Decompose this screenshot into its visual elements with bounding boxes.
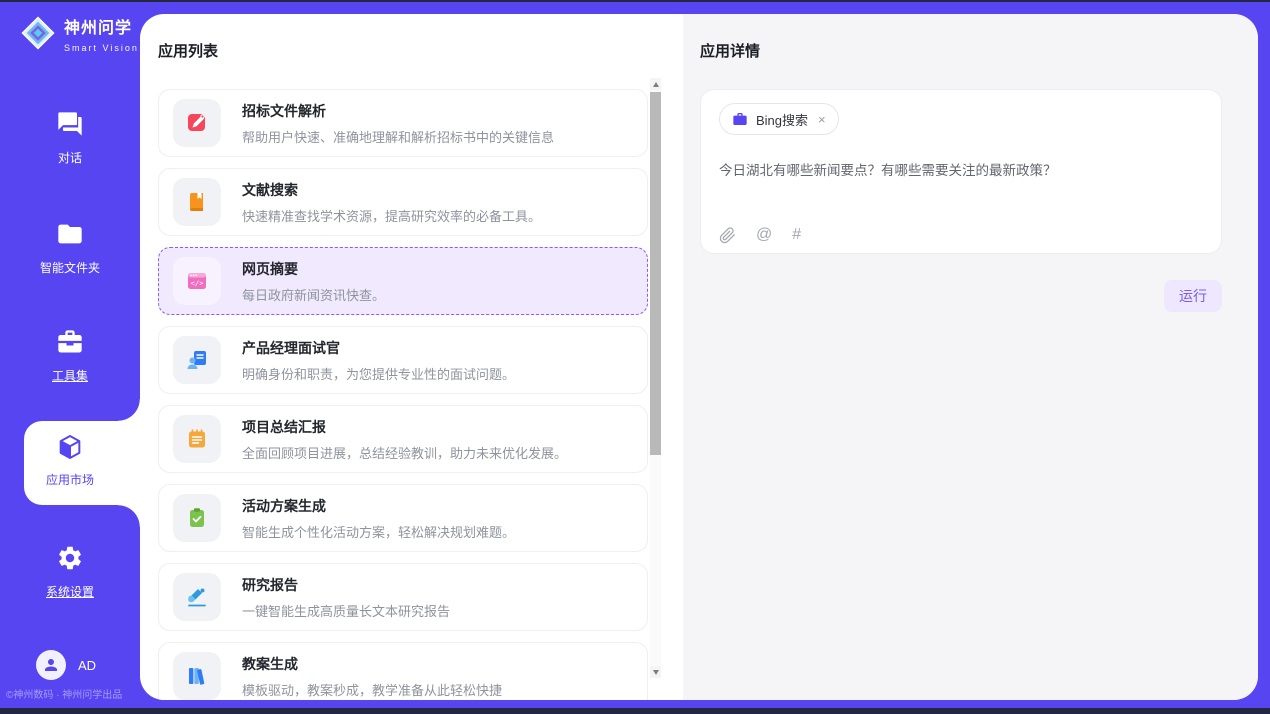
svg-text:</>: </> [191, 280, 204, 288]
app-description: 一键智能生成高质量长文本研究报告 [242, 601, 450, 620]
prompt-input[interactable]: 今日湖北有哪些新闻要点？有哪些需要关注的最新政策？ [719, 159, 1203, 179]
app-list-scrollbar[interactable] [650, 78, 661, 678]
prompt-card: Bing搜索 × 今日湖北有哪些新闻要点？有哪些需要关注的最新政策？ @ # [700, 89, 1222, 254]
sidebar-active-bump: 应用市场 [24, 421, 140, 505]
sidebar: 神州问学 Smart Vision 对话 智能文件夹 [0, 2, 140, 708]
chat-icon [56, 110, 84, 138]
close-icon[interactable]: × [816, 112, 826, 127]
app-name: 活动方案生成 [242, 496, 515, 516]
briefcase-icon [732, 111, 748, 127]
sidebar-item-label: 对话 [0, 149, 140, 166]
app-list-item[interactable]: </> 网页摘要 每日政府新闻资讯快查。 [158, 247, 648, 315]
sidebar-item-toolset[interactable]: 工具集 [0, 328, 140, 384]
scrollbar-thumb[interactable] [650, 92, 661, 455]
sidebar-item-smart-folder[interactable]: 智能文件夹 [0, 220, 140, 276]
scrollbar-up-icon[interactable] [650, 78, 661, 90]
app-list-item[interactable]: 招标文件解析 帮助用户快速、准确地理解和解析招标书中的关键信息 [158, 89, 648, 157]
paperclip-icon[interactable] [719, 227, 736, 244]
sidebar-item-label: 智能文件夹 [0, 259, 140, 276]
app-detail-title: 应用详情 [700, 40, 1222, 61]
cube-icon [56, 448, 84, 465]
toolbox-icon [56, 328, 84, 356]
app-name: 教案生成 [242, 654, 502, 674]
gear-icon [56, 544, 84, 572]
notes-icon [173, 415, 221, 463]
sidebar-item-chat[interactable]: 对话 [0, 110, 140, 166]
app-description: 智能生成个性化活动方案，轻松解决规划难题。 [242, 522, 515, 541]
app-description: 帮助用户快速、准确地理解和解析招标书中的关键信息 [242, 127, 554, 146]
tool-chip-bing-search[interactable]: Bing搜索 × [719, 103, 839, 135]
run-button[interactable]: 运行 [1164, 280, 1222, 312]
app-name: 项目总结汇报 [242, 417, 567, 437]
sidebar-item-label: 工具集 [0, 367, 140, 384]
app-list-item[interactable]: 研究报告 一键智能生成高质量长文本研究报告 [158, 563, 648, 631]
research-icon [173, 573, 221, 621]
webpage-icon: </> [173, 257, 221, 305]
app-list-title: 应用列表 [158, 40, 683, 61]
sidebar-item-label: 系统设置 [0, 583, 140, 600]
book-icon [173, 178, 221, 226]
app-description: 明确身份和职责，为您提供专业性的面试问题。 [242, 364, 515, 383]
diamond-logo-icon [20, 15, 56, 56]
books-icon [173, 652, 221, 700]
user-account[interactable]: AD [36, 650, 96, 680]
folder-icon [56, 220, 84, 248]
brand: 神州问学 Smart Vision [20, 14, 139, 56]
brand-subtitle: Smart Vision [64, 43, 139, 53]
user-avatar-icon [36, 650, 66, 680]
sidebar-item-app-market[interactable]: 应用市场 [24, 433, 116, 488]
app-list: 招标文件解析 帮助用户快速、准确地理解和解析招标书中的关键信息 文献搜索 快速精… [158, 89, 648, 700]
app-frame: 神州问学 Smart Vision 对话 智能文件夹 [0, 2, 1270, 708]
tool-chip-label: Bing搜索 [756, 110, 808, 129]
app-list-item[interactable]: 项目总结汇报 全面回顾项目进展，总结经验教训，助力未来优化发展。 [158, 405, 648, 473]
sidebar-item-label: 应用市场 [24, 471, 116, 488]
app-description: 全面回顾项目进展，总结经验教训，助力未来优化发展。 [242, 443, 567, 462]
app-name: 招标文件解析 [242, 101, 554, 121]
app-list-item[interactable]: 教案生成 模板驱动，教案秒成，教学准备从此轻松快捷 [158, 642, 648, 700]
app-list-panel: 应用列表 招标文件解析 帮助用户快速、准确地理解和解析招标书中的关键信息 文献搜… [140, 14, 683, 700]
app-description: 每日政府新闻资讯快查。 [242, 285, 385, 304]
app-list-item[interactable]: 活动方案生成 智能生成个性化活动方案，轻松解决规划难题。 [158, 484, 648, 552]
edit-doc-icon [173, 99, 221, 147]
app-list-item[interactable]: 文献搜索 快速精准查找学术资源，提高研究效率的必备工具。 [158, 168, 648, 236]
interview-icon [173, 336, 221, 384]
scrollbar-down-icon[interactable] [650, 666, 661, 678]
copyright: ©神州数码 · 神州问学出品 [6, 686, 140, 701]
app-description: 模板驱动，教案秒成，教学准备从此轻松快捷 [242, 680, 502, 699]
plan-check-icon [173, 494, 221, 542]
app-name: 研究报告 [242, 575, 450, 595]
app-description: 快速精准查找学术资源，提高研究效率的必备工具。 [242, 206, 541, 225]
sidebar-item-settings[interactable]: 系统设置 [0, 544, 140, 600]
app-name: 文献搜索 [242, 180, 541, 200]
brand-title: 神州问学 [64, 14, 139, 38]
input-toolbar: @ # [719, 226, 801, 244]
user-name: AD [78, 658, 96, 673]
app-detail-panel: 应用详情 Bing搜索 × 今日湖北有哪些新闻要点？有哪些需要关注的最新政策？ [683, 14, 1258, 700]
mention-icon[interactable]: @ [756, 226, 772, 244]
content-area: 应用列表 招标文件解析 帮助用户快速、准确地理解和解析招标书中的关键信息 文献搜… [140, 14, 1258, 700]
app-list-item[interactable]: 产品经理面试官 明确身份和职责，为您提供专业性的面试问题。 [158, 326, 648, 394]
run-row: 运行 [700, 280, 1222, 312]
app-name: 网页摘要 [242, 259, 385, 279]
hash-icon[interactable]: # [792, 226, 801, 244]
app-name: 产品经理面试官 [242, 338, 515, 358]
